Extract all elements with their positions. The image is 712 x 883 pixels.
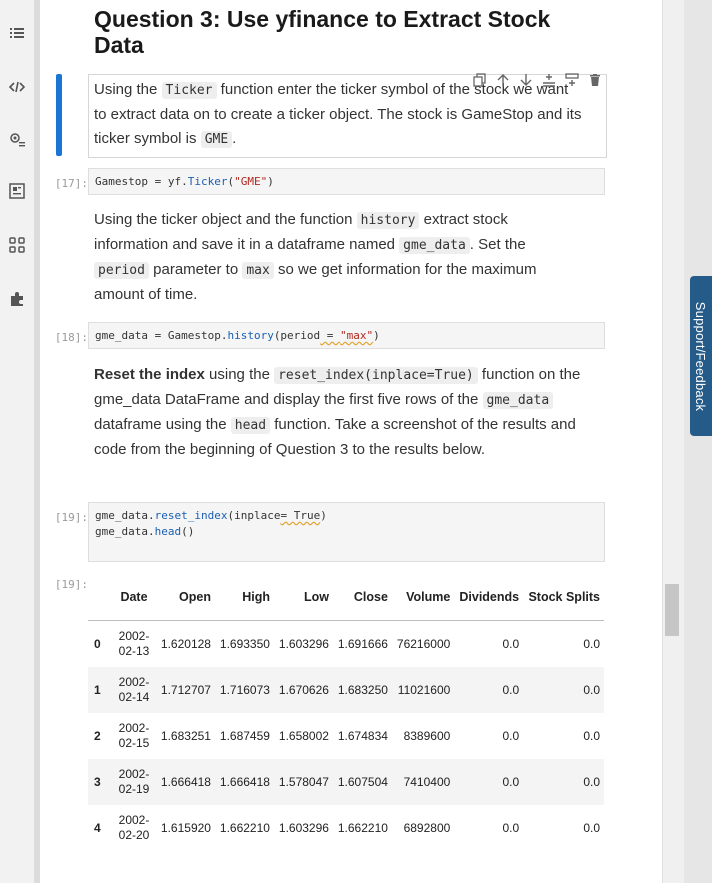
table-cell: 2002-02-14: [112, 667, 156, 713]
table-cell: 7410400: [391, 759, 455, 805]
table-cell: 0.0: [583, 729, 600, 743]
code-icon[interactable]: [8, 78, 26, 96]
table-cell: 0.0: [523, 667, 604, 713]
table-cell: 1.716073: [214, 667, 274, 713]
table-cell: 1.693350: [219, 637, 270, 651]
row-index-cell: 0: [94, 637, 101, 651]
table-cell: 1.607504: [332, 759, 392, 805]
table-header-cell: Low: [273, 574, 333, 621]
table-cell: 1.662210: [219, 821, 270, 835]
scrollbar-thumb[interactable]: [665, 584, 679, 636]
inline-code: history: [356, 212, 420, 229]
table-header-cell: Dividends: [454, 574, 524, 621]
table-row: 4 2002-02-20 1.615920 1.662210 1.603296 1.662…: [88, 805, 604, 851]
left-sidebar: [0, 0, 35, 883]
table-cell: 1.603296: [278, 637, 329, 651]
table-cell: 1.662210: [337, 821, 388, 835]
table-cell: 2002-02-15: [118, 721, 150, 750]
dashboard-icon[interactable]: [8, 182, 26, 200]
active-cell-indicator: [56, 74, 62, 156]
table-cell: 1.603296: [278, 821, 329, 835]
input-prompt: [18]:: [54, 331, 88, 344]
table-cell: 6892800: [403, 821, 451, 835]
inline-code: period: [94, 262, 149, 279]
insert-above-icon[interactable]: [541, 72, 557, 88]
row-index-cell: 1: [88, 667, 112, 713]
table-of-contents-icon[interactable]: [8, 24, 26, 42]
table-cell: 1.712707: [156, 667, 215, 713]
table-cell: 1.666418: [156, 759, 215, 805]
markdown-cell-reset-index[interactable]: Reset the index using the reset_index(in…: [94, 363, 584, 462]
table-cell: 1.620128: [160, 637, 211, 651]
table-cell: 1.670626: [273, 667, 333, 713]
right-gutter: [684, 0, 712, 883]
puzzle-icon[interactable]: [8, 290, 26, 308]
input-prompt: [17]:: [54, 177, 88, 190]
dataframe-output-table: Date Open High Low Close Volume Dividends Stock…: [88, 574, 604, 851]
code-cell-18[interactable]: gme_data = Gamestop.history(period = "ma…: [88, 322, 605, 349]
table-cell: 0.0: [502, 729, 520, 743]
table-cell: 2002-02-20: [118, 813, 150, 842]
duplicate-cell-icon[interactable]: [472, 72, 488, 88]
cell-toolbar: [472, 72, 603, 90]
table-cell: 76216000: [396, 637, 451, 651]
table-cell: 1.658002: [278, 729, 329, 743]
input-prompt: [19]:: [54, 511, 88, 524]
inline-code: reset_index(inplace=True): [274, 367, 478, 384]
table-cell: 0.0: [523, 759, 604, 805]
code-cell-19[interactable]: gme_data.reset_index(inplace= True) gme_…: [88, 502, 605, 562]
table-cell: 0.0: [583, 637, 600, 651]
markdown-cell-history[interactable]: Using the ticker object and the function…: [94, 208, 584, 307]
table-row: 1 2002-02-14 1.712707 1.716073 1.670626 1.683…: [88, 667, 604, 713]
table-cell: 1.683250: [332, 667, 392, 713]
table-header-cell: Open: [156, 574, 215, 621]
table-cell: 0.0: [454, 759, 524, 805]
table-cell: 0.0: [502, 821, 520, 835]
table-cell: 11021600: [391, 667, 455, 713]
move-up-icon[interactable]: [495, 72, 511, 88]
insert-below-icon[interactable]: [564, 72, 580, 88]
table-cell: 2002-02-19: [112, 759, 156, 805]
table-cell: 1.615920: [160, 821, 211, 835]
output-prompt: [19]:: [54, 578, 88, 591]
markdown-heading: Question 3: Use yfinance to Extract Stoc…: [94, 6, 551, 58]
inline-code: head: [230, 417, 271, 434]
support-feedback-label: Support/Feedback: [693, 301, 709, 411]
table-cell: 1.687459: [219, 729, 270, 743]
table-row: 3 2002-02-19 1.666418 1.666418 1.578047 1.607…: [88, 759, 604, 805]
table-header-cell: Volume: [391, 574, 455, 621]
table-header-cell: Close: [332, 574, 392, 621]
table-cell: 0.0: [502, 637, 520, 651]
inline-code: gme_data: [482, 392, 554, 409]
table-cell: 1.578047: [273, 759, 333, 805]
row-index-cell: 3: [88, 759, 112, 805]
table-header-cell: [88, 574, 112, 621]
table-cell: 0.0: [454, 667, 524, 713]
table-row: 2 2002-02-15 1.683251 1.687459 1.658002 1.674…: [88, 713, 604, 759]
table-cell: 1.691666: [337, 637, 388, 651]
property-inspector-icon[interactable]: [8, 130, 26, 148]
table-header-cell: High: [214, 574, 274, 621]
row-index-cell: 4: [94, 821, 101, 835]
inline-code: gme_data: [399, 237, 470, 254]
inline-code: Ticker: [161, 82, 217, 99]
table-cell: 0.0: [583, 821, 600, 835]
support-feedback-tab[interactable]: Support/Feedback: [690, 276, 712, 436]
row-index-cell: 2: [94, 729, 101, 743]
table-cell: 8389600: [403, 729, 451, 743]
table-header-cell: Date: [112, 574, 156, 621]
delete-cell-icon[interactable]: [587, 72, 603, 88]
table-cell: 1.666418: [214, 759, 274, 805]
inline-code: GME: [200, 131, 233, 148]
move-down-icon[interactable]: [518, 72, 534, 88]
inline-code: max: [242, 262, 274, 279]
extension-manager-icon[interactable]: [8, 236, 26, 254]
table-cell: 2002-02-13: [118, 629, 150, 658]
table-row: 0 2002-02-13 1.620128 1.693350 1.603296 1.691…: [88, 621, 604, 668]
table-cell: 1.674834: [337, 729, 388, 743]
table-cell: 1.683251: [160, 729, 211, 743]
code-cell-17[interactable]: Gamestop = yf.Ticker("GME"): [88, 168, 605, 195]
table-header-cell: Stock Splits: [523, 574, 604, 621]
vertical-scrollbar[interactable]: [662, 0, 685, 883]
